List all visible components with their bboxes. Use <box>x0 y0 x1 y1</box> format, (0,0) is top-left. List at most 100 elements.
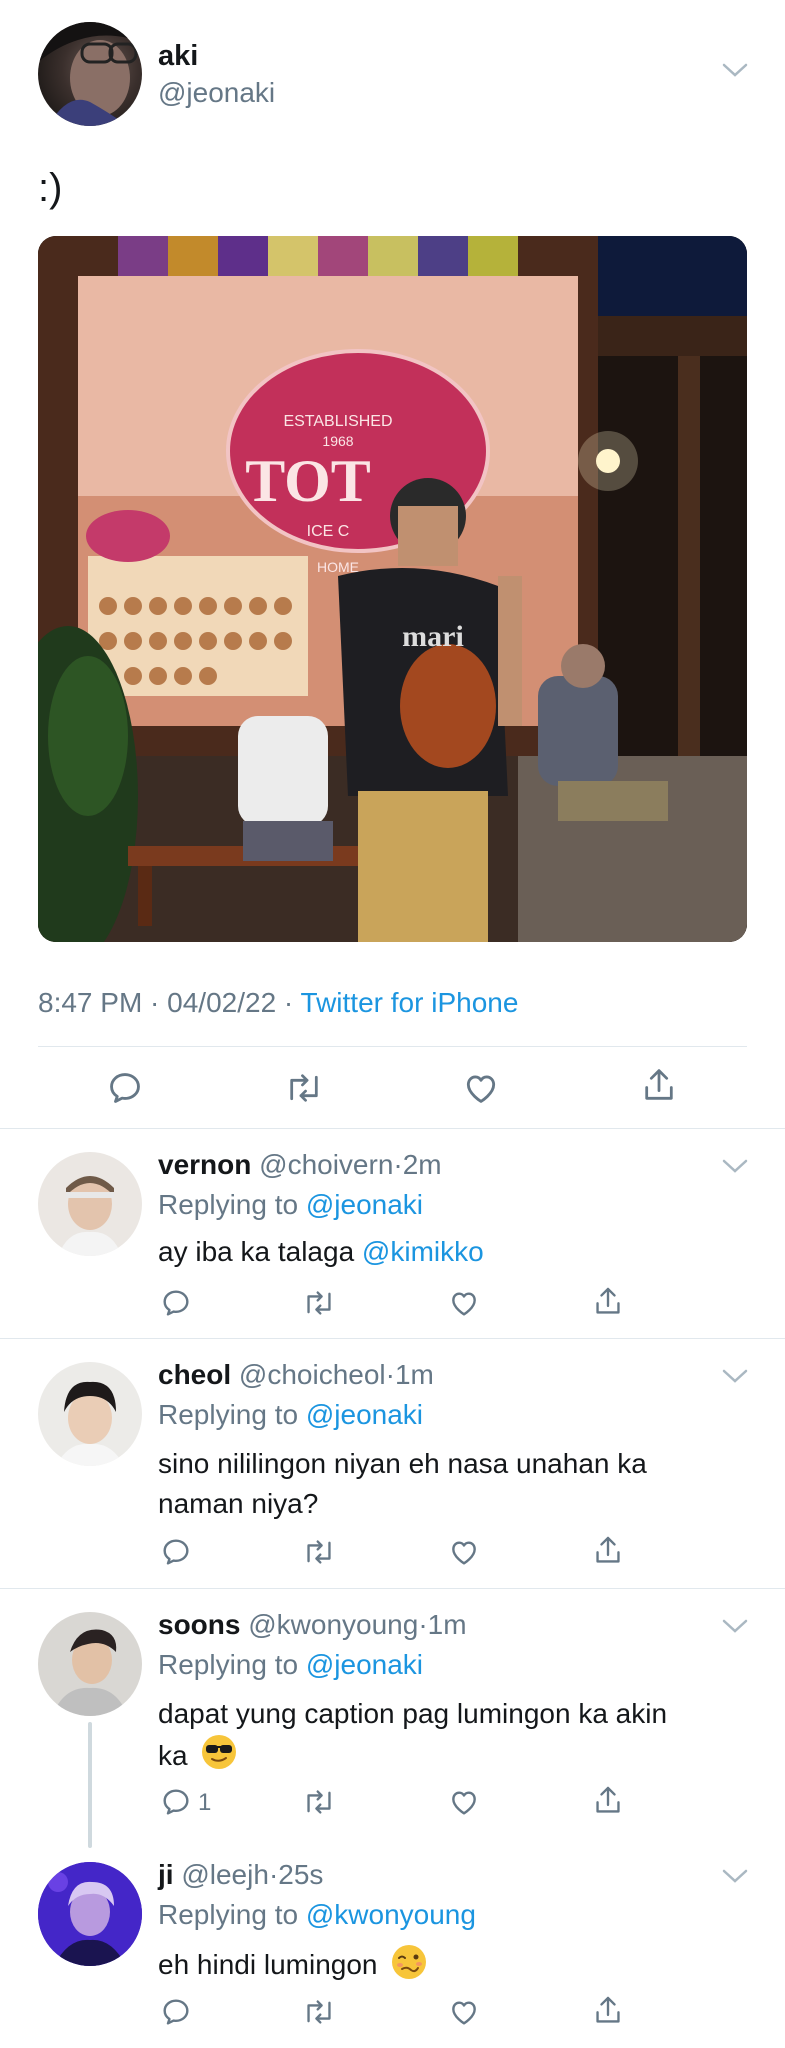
display-name[interactable]: vernon <box>158 1149 251 1180</box>
svg-text:ESTABLISHED: ESTABLISHED <box>283 413 392 430</box>
timestamp: 1m <box>427 1609 467 1640</box>
display-name[interactable]: soons <box>158 1609 240 1640</box>
tweet-photo[interactable]: ESTABLISHED 1968 TOT ICE C HOME mari <box>38 236 747 942</box>
mention-link[interactable]: @kimikko <box>362 1236 484 1267</box>
reply-header: soons @kwonyoung·1m <box>158 1608 467 1642</box>
heart-icon[interactable] <box>448 1287 480 1319</box>
retweet-icon[interactable] <box>302 1287 336 1319</box>
timestamp: 25s <box>278 1859 324 1890</box>
chevron-down-icon[interactable] <box>722 1368 748 1389</box>
tweet-meta: 8:47 PM · 04/02/22 · Twitter for iPhone <box>38 986 518 1020</box>
handle[interactable]: @leejh <box>181 1859 269 1890</box>
heart-icon[interactable] <box>448 1996 480 2028</box>
reply-text-body: ay iba ka talaga <box>158 1236 362 1267</box>
share-icon[interactable] <box>640 1066 678 1106</box>
reply-icon[interactable] <box>160 1536 192 1568</box>
avatar[interactable] <box>38 1152 142 1256</box>
reply-text-line: naman niya? <box>158 1488 319 1519</box>
avatar[interactable] <box>38 22 142 126</box>
replying-to-link[interactable]: @jeonaki <box>306 1189 423 1220</box>
avatar-image <box>56 1381 124 1466</box>
replying-to: Replying to @kwonyoung <box>158 1898 476 1932</box>
avatar[interactable] <box>38 1862 142 1966</box>
replying-to-link[interactable]: @jeonaki <box>306 1399 423 1430</box>
avatar-image <box>52 1629 128 1716</box>
reply-text-line-2: ka <box>158 1734 667 1781</box>
heart-icon[interactable] <box>448 1536 480 1568</box>
photo-scene: ESTABLISHED 1968 TOT ICE C HOME mari <box>38 236 747 942</box>
retweet-icon[interactable] <box>284 1069 324 1107</box>
reply-icon[interactable] <box>160 1786 192 1818</box>
avatar-image <box>38 22 142 126</box>
reply-icon[interactable] <box>106 1069 144 1107</box>
reply-text: eh hindi lumingon <box>158 1944 427 1989</box>
tweet-timestamp[interactable]: 8:47 PM · 04/02/22 · <box>38 987 301 1018</box>
tweet-text: :) <box>38 166 63 210</box>
share-icon[interactable] <box>592 1534 624 1568</box>
separator: · <box>385 1359 395 1390</box>
retweet-icon[interactable] <box>302 1786 336 1818</box>
woozy-face-emoji-icon <box>391 1944 427 1989</box>
share-icon[interactable] <box>592 1285 624 1319</box>
handle[interactable]: @kwonyoung <box>248 1609 418 1640</box>
sunglasses-emoji-icon <box>201 1734 237 1781</box>
divider <box>0 1338 785 1339</box>
reply-text-line: dapat yung caption pag lumingon ka akin <box>158 1698 668 1729</box>
retweet-icon[interactable] <box>302 1536 336 1568</box>
chevron-down-icon[interactable] <box>722 1618 748 1639</box>
reply-header: cheol @choicheol·1m <box>158 1358 434 1392</box>
reply-text: ay iba ka talaga @kimikko <box>158 1235 484 1269</box>
svg-text:ICE C: ICE C <box>307 523 350 540</box>
reply-header: vernon @choivern·2m <box>158 1148 442 1182</box>
chevron-down-icon[interactable] <box>722 62 748 83</box>
timestamp: 2m <box>402 1149 442 1180</box>
replying-to-label: Replying to <box>158 1399 306 1430</box>
display-name[interactable]: aki <box>158 38 198 74</box>
replying-to: Replying to @jeonaki <box>158 1398 423 1432</box>
thread-connector <box>88 1722 92 1848</box>
avatar[interactable] <box>38 1362 142 1466</box>
divider <box>0 1128 785 1129</box>
reply-icon[interactable] <box>160 1287 192 1319</box>
reply-count: 1 <box>198 1789 212 1816</box>
replying-to-link[interactable]: @jeonaki <box>306 1649 423 1680</box>
tweet-source-link[interactable]: Twitter for iPhone <box>301 987 519 1018</box>
reply-icon[interactable] <box>160 1996 192 2028</box>
handle[interactable]: @choivern <box>259 1149 393 1180</box>
share-icon[interactable] <box>592 1994 624 2028</box>
share-icon[interactable] <box>592 1784 624 1818</box>
replying-to: Replying to @jeonaki <box>158 1648 423 1682</box>
replying-to-label: Replying to <box>158 1899 306 1930</box>
reply-text-line: sino nililingon niyan eh nasa unahan ka <box>158 1448 647 1479</box>
reply-text-line: ka <box>158 1739 188 1771</box>
avatar-image <box>58 1176 122 1256</box>
handle[interactable]: @jeonaki <box>158 76 275 110</box>
svg-text:mari: mari <box>402 620 464 653</box>
replying-to-label: Replying to <box>158 1649 306 1680</box>
handle[interactable]: @choicheol <box>239 1359 386 1390</box>
replying-to-link[interactable]: @kwonyoung <box>306 1899 476 1930</box>
separator: · <box>393 1149 403 1180</box>
reply-header: ji @leejh·25s <box>158 1858 323 1892</box>
avatar-image <box>38 1862 142 1966</box>
timestamp: 1m <box>394 1359 434 1390</box>
replying-to: Replying to @jeonaki <box>158 1188 423 1222</box>
chevron-down-icon[interactable] <box>722 1868 748 1889</box>
display-name[interactable]: cheol <box>158 1359 231 1390</box>
avatar[interactable] <box>38 1612 142 1716</box>
svg-text:TOT: TOT <box>245 448 371 514</box>
separator: · <box>268 1859 279 1890</box>
replying-to-label: Replying to <box>158 1189 306 1220</box>
display-name[interactable]: ji <box>158 1859 174 1890</box>
retweet-icon[interactable] <box>302 1996 336 2028</box>
heart-icon[interactable] <box>462 1069 500 1107</box>
reply-text-body: eh hindi lumingon <box>158 1948 378 1980</box>
reply-text: sino nililingon niyan eh nasa unahan ka … <box>158 1444 647 1524</box>
heart-icon[interactable] <box>448 1786 480 1818</box>
reply-text: dapat yung caption pag lumingon ka akin … <box>158 1694 667 1781</box>
divider <box>0 1588 785 1589</box>
svg-text:1968: 1968 <box>322 433 353 449</box>
divider <box>38 1046 747 1047</box>
svg-text:HOME: HOME <box>317 559 359 575</box>
chevron-down-icon[interactable] <box>722 1158 748 1179</box>
